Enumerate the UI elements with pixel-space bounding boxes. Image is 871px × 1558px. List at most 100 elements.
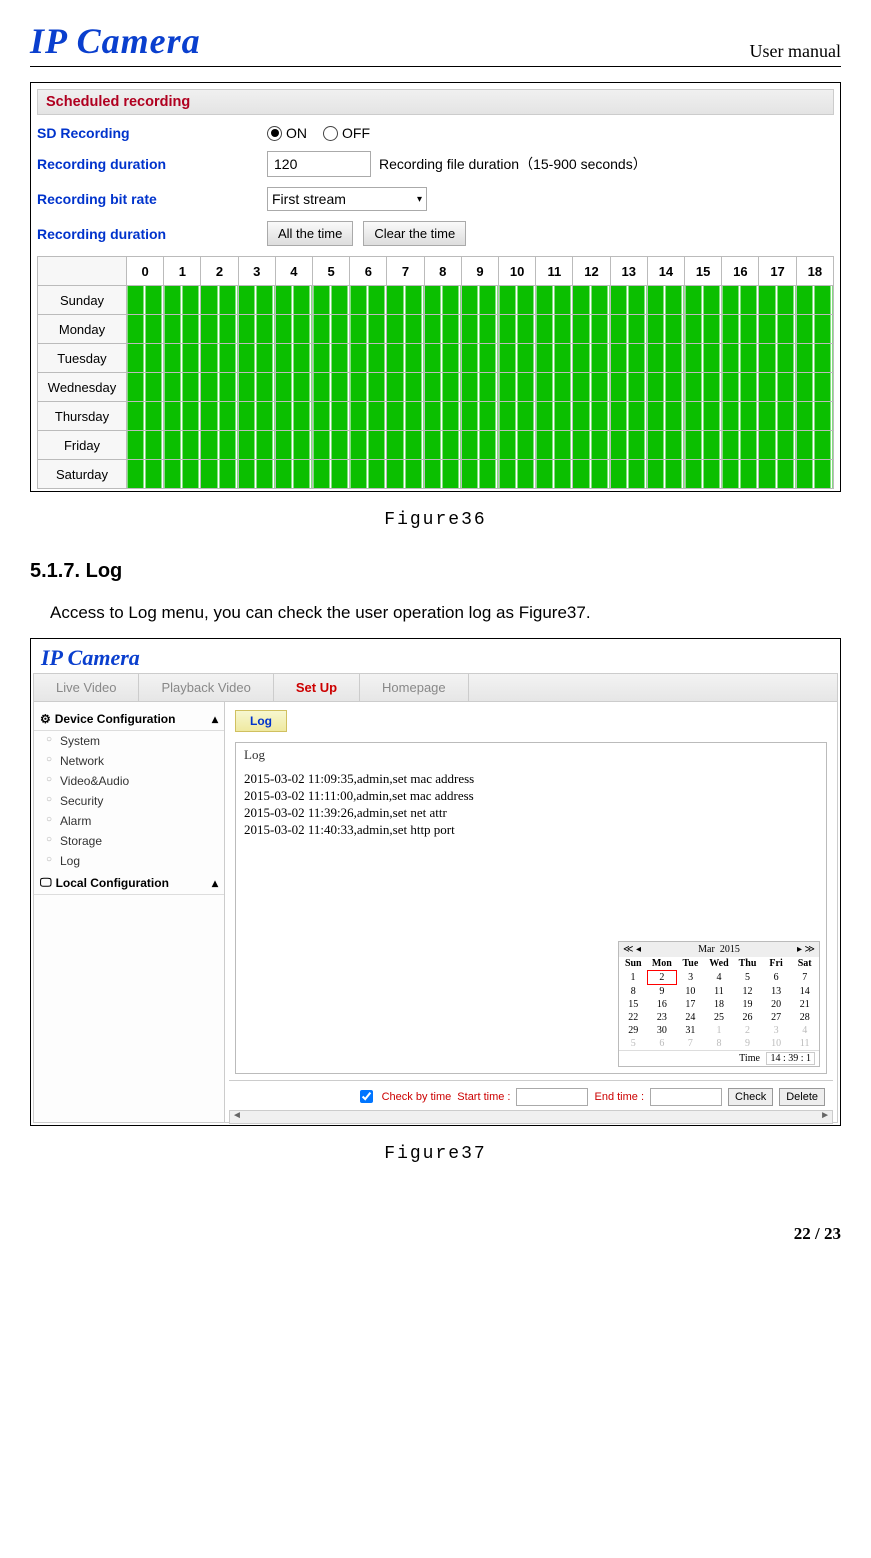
schedule-cell[interactable] xyxy=(573,373,610,402)
schedule-cell[interactable] xyxy=(127,431,164,460)
schedule-cell[interactable] xyxy=(350,344,387,373)
schedule-cell[interactable] xyxy=(387,460,424,489)
calendar-next-icon[interactable]: ▸ ≫ xyxy=(797,944,815,955)
schedule-cell[interactable] xyxy=(499,286,536,315)
tab-homepage[interactable]: Homepage xyxy=(360,674,469,701)
calendar[interactable]: ≪ ◂ Mar 2015 ▸ ≫ SunMonTueWedThuFriSat12… xyxy=(618,941,820,1067)
schedule-cell[interactable] xyxy=(238,344,275,373)
schedule-cell[interactable] xyxy=(610,315,647,344)
schedule-cell[interactable] xyxy=(759,315,796,344)
schedule-cell[interactable] xyxy=(201,373,238,402)
input-duration[interactable]: 120 xyxy=(267,151,371,177)
calendar-day[interactable]: 2 xyxy=(733,1024,762,1037)
schedule-cell[interactable] xyxy=(461,344,498,373)
schedule-cell[interactable] xyxy=(424,315,461,344)
schedule-cell[interactable] xyxy=(796,286,833,315)
button-delete[interactable]: Delete xyxy=(779,1088,825,1106)
calendar-day[interactable]: 9 xyxy=(733,1037,762,1050)
sidebar-group-local[interactable]: 🖵 Local Configuration ▴ xyxy=(34,871,224,895)
schedule-cell[interactable] xyxy=(722,402,759,431)
calendar-day[interactable]: 21 xyxy=(790,998,819,1011)
calendar-day[interactable]: 16 xyxy=(648,998,677,1011)
schedule-cell[interactable] xyxy=(350,373,387,402)
schedule-cell[interactable] xyxy=(424,402,461,431)
schedule-cell[interactable] xyxy=(759,402,796,431)
schedule-cell[interactable] xyxy=(647,344,684,373)
calendar-day[interactable]: 20 xyxy=(762,998,791,1011)
schedule-cell[interactable] xyxy=(275,344,312,373)
schedule-cell[interactable] xyxy=(647,373,684,402)
calendar-day[interactable]: 11 xyxy=(790,1037,819,1050)
schedule-cell[interactable] xyxy=(387,315,424,344)
schedule-cell[interactable] xyxy=(536,460,573,489)
schedule-cell[interactable] xyxy=(685,431,722,460)
schedule-cell[interactable] xyxy=(796,431,833,460)
input-end-time[interactable] xyxy=(650,1088,722,1106)
schedule-cell[interactable] xyxy=(722,286,759,315)
schedule-cell[interactable] xyxy=(796,344,833,373)
schedule-cell[interactable] xyxy=(313,344,350,373)
schedule-cell[interactable] xyxy=(275,431,312,460)
schedule-cell[interactable] xyxy=(685,373,722,402)
schedule-cell[interactable] xyxy=(313,286,350,315)
schedule-cell[interactable] xyxy=(722,315,759,344)
schedule-cell[interactable] xyxy=(201,460,238,489)
schedule-cell[interactable] xyxy=(499,315,536,344)
sidebar-item-alarm[interactable]: Alarm xyxy=(34,811,224,831)
button-all-the-time[interactable]: All the time xyxy=(267,221,353,246)
calendar-day[interactable]: 6 xyxy=(762,971,791,985)
calendar-day[interactable]: 23 xyxy=(648,1011,677,1024)
schedule-cell[interactable] xyxy=(127,460,164,489)
schedule-cell[interactable] xyxy=(536,286,573,315)
schedule-cell[interactable] xyxy=(127,286,164,315)
schedule-cell[interactable] xyxy=(685,344,722,373)
schedule-cell[interactable] xyxy=(461,373,498,402)
schedule-cell[interactable] xyxy=(573,431,610,460)
calendar-day[interactable]: 19 xyxy=(733,998,762,1011)
schedule-cell[interactable] xyxy=(759,460,796,489)
calendar-day[interactable]: 27 xyxy=(762,1011,791,1024)
calendar-day[interactable]: 15 xyxy=(619,998,648,1011)
schedule-cell[interactable] xyxy=(275,315,312,344)
schedule-cell[interactable] xyxy=(164,431,201,460)
schedule-cell[interactable] xyxy=(685,315,722,344)
schedule-cell[interactable] xyxy=(238,402,275,431)
schedule-cell[interactable] xyxy=(424,460,461,489)
calendar-day[interactable]: 30 xyxy=(648,1024,677,1037)
schedule-cell[interactable] xyxy=(759,286,796,315)
schedule-cell[interactable] xyxy=(424,286,461,315)
schedule-cell[interactable] xyxy=(164,286,201,315)
calendar-day[interactable]: 8 xyxy=(705,1037,734,1050)
calendar-prev-icon[interactable]: ≪ ◂ xyxy=(623,944,641,955)
schedule-cell[interactable] xyxy=(164,402,201,431)
calendar-day[interactable]: 1 xyxy=(705,1024,734,1037)
calendar-day[interactable]: 3 xyxy=(676,971,705,985)
calendar-day[interactable]: 17 xyxy=(676,998,705,1011)
schedule-cell[interactable] xyxy=(610,344,647,373)
calendar-day[interactable]: 18 xyxy=(705,998,734,1011)
calendar-day[interactable]: 1 xyxy=(619,971,648,985)
schedule-cell[interactable] xyxy=(722,431,759,460)
schedule-cell[interactable] xyxy=(461,315,498,344)
schedule-cell[interactable] xyxy=(685,460,722,489)
calendar-day[interactable]: 29 xyxy=(619,1024,648,1037)
schedule-cell[interactable] xyxy=(722,460,759,489)
schedule-cell[interactable] xyxy=(685,286,722,315)
calendar-day[interactable]: 3 xyxy=(762,1024,791,1037)
schedule-cell[interactable] xyxy=(647,315,684,344)
schedule-cell[interactable] xyxy=(796,315,833,344)
schedule-cell[interactable] xyxy=(350,315,387,344)
schedule-cell[interactable] xyxy=(610,402,647,431)
schedule-cell[interactable] xyxy=(647,431,684,460)
schedule-cell[interactable] xyxy=(610,373,647,402)
schedule-cell[interactable] xyxy=(164,460,201,489)
schedule-cell[interactable] xyxy=(387,286,424,315)
sidebar-item-network[interactable]: Network xyxy=(34,751,224,771)
schedule-cell[interactable] xyxy=(499,402,536,431)
schedule-cell[interactable] xyxy=(536,315,573,344)
calendar-day[interactable]: 5 xyxy=(619,1037,648,1050)
schedule-cell[interactable] xyxy=(164,373,201,402)
schedule-cell[interactable] xyxy=(796,402,833,431)
schedule-cell[interactable] xyxy=(424,431,461,460)
schedule-cell[interactable] xyxy=(275,373,312,402)
